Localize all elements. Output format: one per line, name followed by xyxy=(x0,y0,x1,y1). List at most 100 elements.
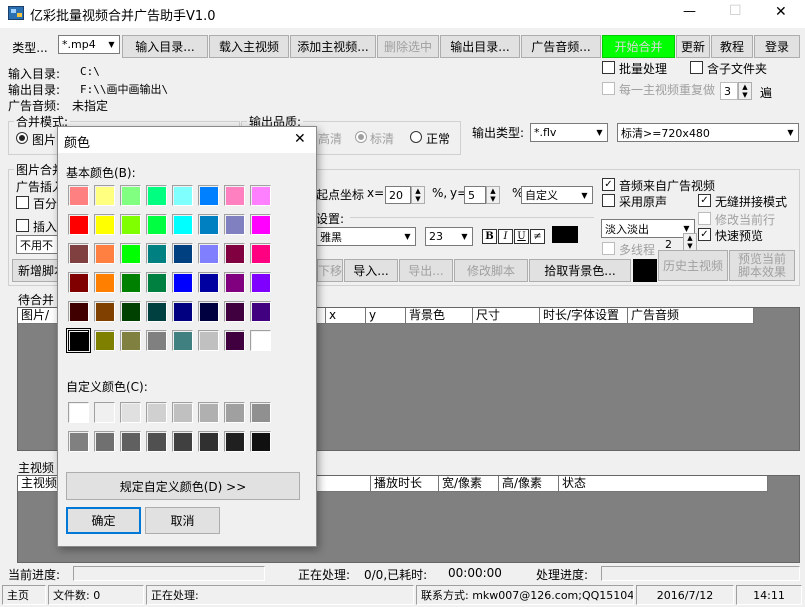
basic-color-swatch-9[interactable] xyxy=(94,214,115,235)
basic-color-swatch-23[interactable] xyxy=(250,243,271,264)
custom-color-swatch-12[interactable] xyxy=(172,431,193,452)
percent-checkbox[interactable] xyxy=(16,196,29,209)
repeat-checkbox[interactable] xyxy=(602,82,615,95)
pending-col-ad-audio[interactable]: 广告音频 xyxy=(628,308,754,324)
basic-color-swatch-27[interactable] xyxy=(146,272,167,293)
anchor-select[interactable]: 自定义 ▼ xyxy=(521,186,593,204)
bg-color-swatch[interactable] xyxy=(633,259,657,282)
subfolders-checkbox[interactable] xyxy=(690,61,703,74)
add-main-button[interactable]: 添加主视频... xyxy=(290,35,376,58)
use-original-checkbox[interactable] xyxy=(602,194,615,207)
basic-color-swatch-34[interactable] xyxy=(120,301,141,322)
basic-color-swatch-24[interactable] xyxy=(68,272,89,293)
cancel-button[interactable]: 取消 xyxy=(145,507,220,534)
font-select[interactable]: 雅黑 ▼ xyxy=(316,227,416,246)
basic-color-swatch-38[interactable] xyxy=(224,301,245,322)
basic-color-swatch-18[interactable] xyxy=(120,243,141,264)
repeat-spinner[interactable]: ▲ ▼ xyxy=(738,82,752,100)
multithread-checkbox[interactable] xyxy=(602,242,615,255)
load-main-button[interactable]: 载入主视频 xyxy=(209,35,289,58)
ad-audio-button[interactable]: 广告音频... xyxy=(521,35,601,58)
basic-color-swatch-33[interactable] xyxy=(94,301,115,322)
thread-spinner[interactable]: ▲ ▼ xyxy=(683,233,697,251)
basic-color-swatch-20[interactable] xyxy=(172,243,193,264)
main-col-height[interactable]: 高/像素 xyxy=(499,476,559,492)
custom-color-swatch-10[interactable] xyxy=(120,431,141,452)
type-select[interactable]: *.mp4 ▼ xyxy=(58,35,120,54)
custom-color-swatch-4[interactable] xyxy=(172,402,193,423)
basic-color-swatch-3[interactable] xyxy=(146,185,167,206)
basic-color-swatch-5[interactable] xyxy=(198,185,219,206)
basic-color-swatch-12[interactable] xyxy=(172,214,193,235)
basic-color-swatch-39[interactable] xyxy=(250,301,271,322)
basic-color-swatch-29[interactable] xyxy=(198,272,219,293)
import-button[interactable]: 导入... xyxy=(344,259,398,282)
custom-color-swatch-0[interactable] xyxy=(68,402,89,423)
move-down-button[interactable]: 下移 xyxy=(317,259,343,282)
basic-color-swatch-42[interactable] xyxy=(120,330,141,351)
underline-button[interactable]: U xyxy=(514,229,529,244)
modify-script-button[interactable]: 修改脚本 xyxy=(454,259,528,282)
basic-color-swatch-22[interactable] xyxy=(224,243,245,264)
basic-color-swatch-8[interactable] xyxy=(68,214,89,235)
basic-color-swatch-11[interactable] xyxy=(146,214,167,235)
basic-color-swatch-40[interactable] xyxy=(66,328,91,353)
status-home[interactable]: 主页 xyxy=(2,585,46,605)
x-input[interactable]: 20 xyxy=(385,186,411,204)
quality-normal-radio[interactable] xyxy=(410,131,422,143)
color-dialog-close-icon[interactable]: ✕ xyxy=(294,131,306,147)
basic-color-swatch-14[interactable] xyxy=(224,214,245,235)
basic-color-swatch-44[interactable] xyxy=(172,330,193,351)
update-button[interactable]: 更新 xyxy=(676,35,710,58)
pending-col-bg[interactable]: 背景色 xyxy=(406,308,473,324)
seamless-checkbox[interactable]: ✓ xyxy=(698,194,711,207)
login-button[interactable]: 登录 xyxy=(754,35,800,58)
basic-color-swatch-36[interactable] xyxy=(172,301,193,322)
custom-color-swatch-5[interactable] xyxy=(198,402,219,423)
strike-button[interactable]: ≠ xyxy=(530,229,545,244)
delete-selected-button[interactable]: 删除选中 xyxy=(377,35,439,58)
custom-color-swatch-8[interactable] xyxy=(68,431,89,452)
basic-color-swatch-31[interactable] xyxy=(250,272,271,293)
custom-color-swatch-1[interactable] xyxy=(94,402,115,423)
custom-color-swatch-2[interactable] xyxy=(120,402,141,423)
basic-color-swatch-37[interactable] xyxy=(198,301,219,322)
custom-color-swatch-7[interactable] xyxy=(250,402,271,423)
pending-col-x[interactable]: x xyxy=(326,308,366,324)
custom-color-swatch-14[interactable] xyxy=(224,431,245,452)
audio-from-ad-checkbox[interactable]: ✓ xyxy=(602,178,615,191)
insert-checkbox[interactable] xyxy=(16,219,29,232)
basic-color-swatch-4[interactable] xyxy=(172,185,193,206)
y-input[interactable]: 5 xyxy=(464,186,486,204)
basic-color-swatch-0[interactable] xyxy=(68,185,89,206)
custom-color-swatch-6[interactable] xyxy=(224,402,245,423)
basic-color-swatch-10[interactable] xyxy=(120,214,141,235)
main-col-duration[interactable]: 播放时长 xyxy=(371,476,439,492)
font-size-select[interactable]: 23 ▼ xyxy=(425,227,473,246)
basic-color-swatch-1[interactable] xyxy=(94,185,115,206)
ok-button[interactable]: 确定 xyxy=(66,507,141,534)
y-spinner[interactable]: ▲ ▼ xyxy=(486,186,500,204)
resolution-select[interactable]: 标清>=720x480 ▼ xyxy=(617,123,799,142)
basic-color-swatch-2[interactable] xyxy=(120,185,141,206)
basic-color-swatch-46[interactable] xyxy=(224,330,245,351)
basic-color-swatch-30[interactable] xyxy=(224,272,245,293)
export-button[interactable]: 导出... xyxy=(399,259,453,282)
preview-script-button[interactable]: 预览当前 脚本效果 xyxy=(729,250,795,281)
fade-select[interactable]: 淡入淡出 ▼ xyxy=(601,219,695,238)
basic-color-swatch-25[interactable] xyxy=(94,272,115,293)
basic-color-swatch-32[interactable] xyxy=(68,301,89,322)
maximize-button[interactable]: ☐ xyxy=(729,3,742,19)
text-color-swatch[interactable] xyxy=(552,226,578,243)
basic-color-swatch-41[interactable] xyxy=(94,330,115,351)
x-spinner[interactable]: ▲ ▼ xyxy=(411,186,425,204)
tutorial-button[interactable]: 教程 xyxy=(711,35,753,58)
minimize-button[interactable]: — xyxy=(683,4,696,19)
repeat-count-input[interactable]: 3 xyxy=(720,82,738,100)
modify-current-checkbox[interactable] xyxy=(698,212,711,225)
basic-color-swatch-13[interactable] xyxy=(198,214,219,235)
bold-button[interactable]: B xyxy=(482,229,497,244)
main-col-width[interactable]: 宽/像素 xyxy=(439,476,499,492)
basic-color-swatch-7[interactable] xyxy=(250,185,271,206)
pick-bg-button[interactable]: 拾取背景色... xyxy=(529,259,631,282)
